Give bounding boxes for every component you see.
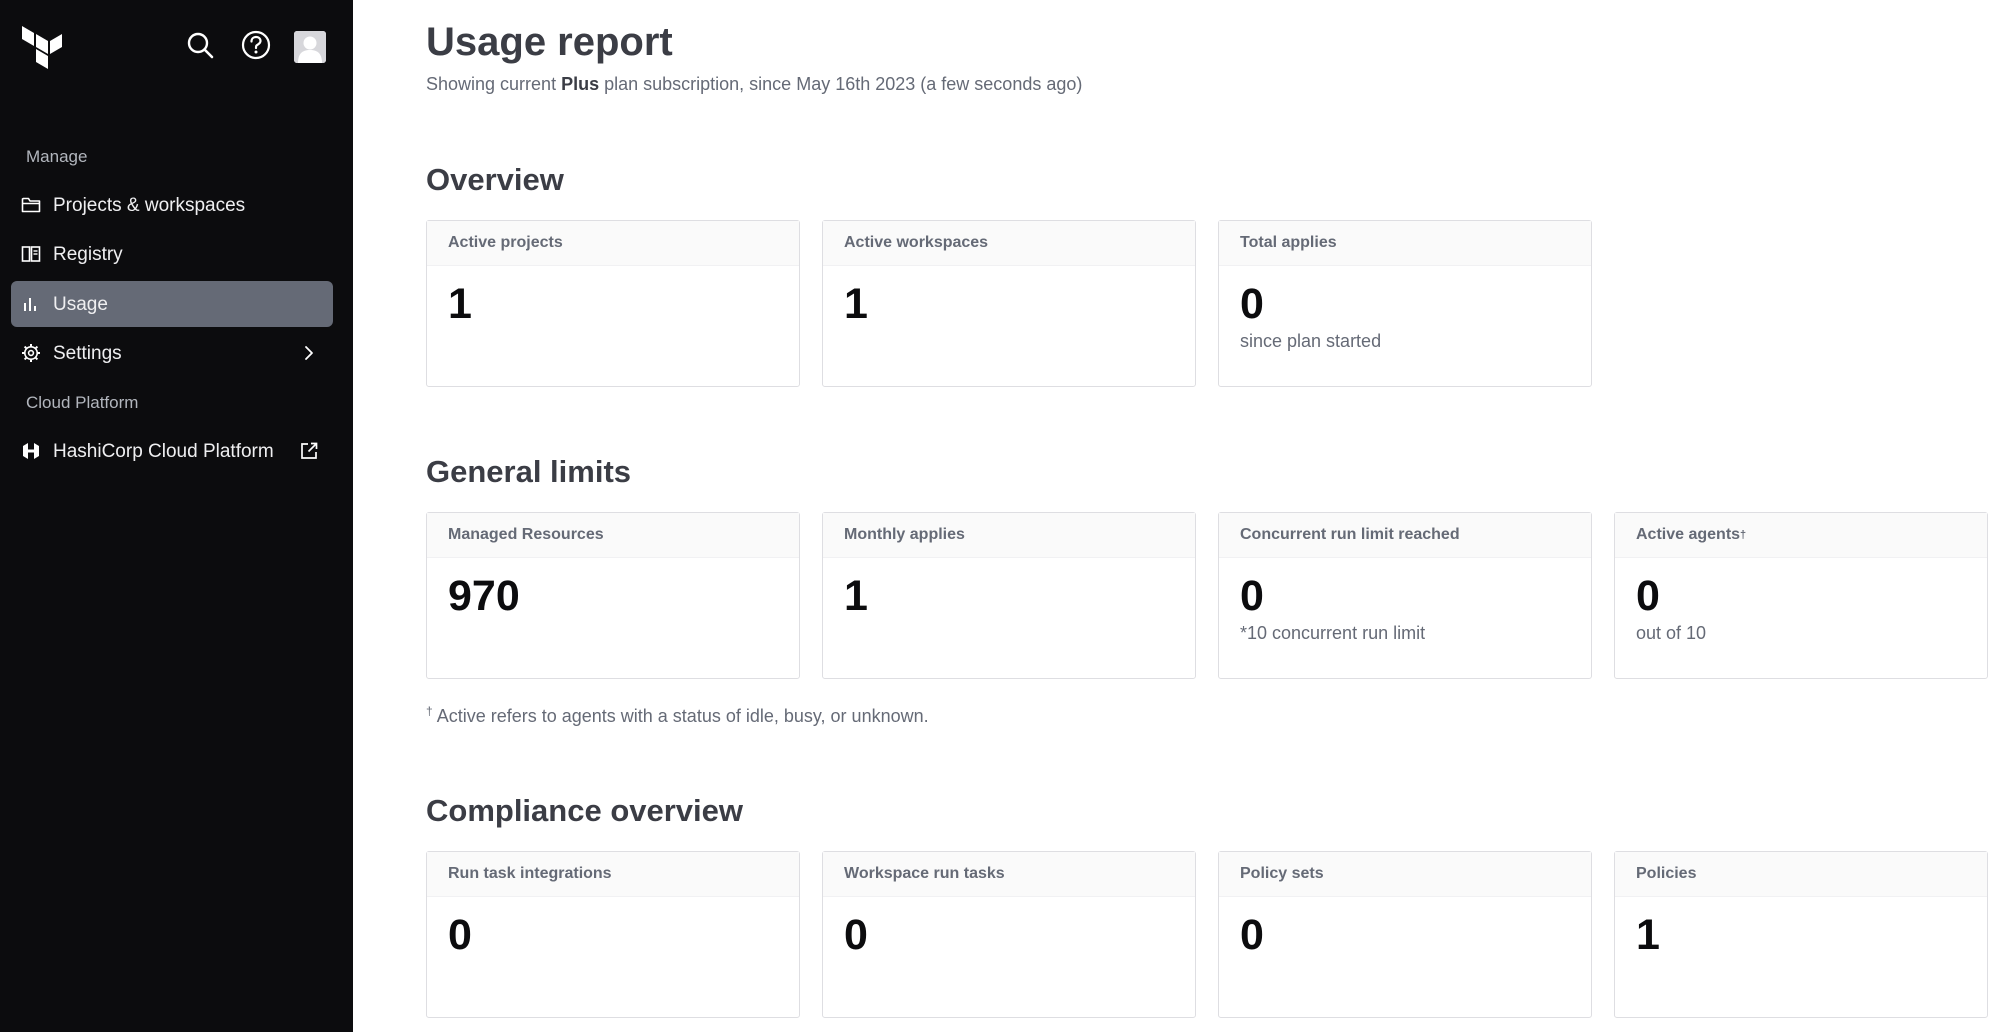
dagger-mark: †	[1740, 529, 1747, 541]
overview-section-title: Overview	[426, 162, 564, 197]
user-avatar[interactable]	[294, 31, 326, 63]
active-workspaces-card: Active workspaces 1	[822, 220, 1196, 387]
chevron-right-icon	[299, 343, 319, 363]
card-label: Policies	[1615, 852, 1987, 897]
terraform-logo-icon[interactable]	[20, 24, 64, 72]
card-label: Managed Resources	[427, 513, 799, 558]
subtitle-suffix: plan subscription, since May 16th 2023 (…	[599, 74, 1083, 94]
card-value: 0	[1636, 572, 1660, 620]
compliance-overview-section-title: Compliance overview	[426, 793, 744, 828]
card-value: 0	[1240, 911, 1264, 959]
active-projects-card: Active projects 1	[426, 220, 800, 387]
card-value: 0	[1240, 280, 1264, 328]
card-note: out of 10	[1636, 623, 1707, 643]
agents-footnote: † Active refers to agents with a status …	[426, 704, 929, 727]
app: Manage Projects & workspaces Registry Us…	[0, 0, 1999, 1032]
card-label: Active agents	[1636, 526, 1741, 543]
card-value: 0	[448, 911, 472, 959]
sidebar-item-settings[interactable]: Settings	[11, 330, 333, 376]
run-task-integrations-card: Run task integrations 0	[426, 851, 800, 1018]
external-link-icon	[299, 441, 319, 461]
policies-card: Policies 1	[1614, 851, 1988, 1018]
help-icon[interactable]	[239, 28, 273, 62]
card-label: Active projects	[427, 221, 799, 266]
active-agents-card: Active agents † 0 out of 10	[1614, 512, 1988, 679]
registry-icon	[21, 244, 41, 264]
sidebar-item-usage[interactable]: Usage	[11, 281, 333, 327]
gear-icon	[21, 343, 41, 363]
dagger-mark: †	[426, 704, 433, 718]
card-value: 1	[844, 572, 868, 620]
card-value: 1	[844, 280, 868, 328]
card-label: Active workspaces	[823, 221, 1195, 266]
sidebar-item-label: Settings	[53, 343, 122, 364]
main-content: Usage report Showing current Plus plan s…	[353, 0, 1999, 1032]
folder-icon	[21, 195, 41, 215]
sidebar-item-registry[interactable]: Registry	[11, 231, 333, 277]
card-note: *10 concurrent run limit	[1240, 623, 1426, 643]
subtitle-prefix: Showing current	[426, 74, 562, 94]
card-label: Monthly applies	[823, 513, 1195, 558]
monthly-applies-card: Monthly applies 1	[822, 512, 1196, 679]
plan-name: Plus	[561, 74, 600, 94]
sidebar-item-label: Registry	[53, 244, 123, 265]
sidebar: Manage Projects & workspaces Registry Us…	[0, 0, 353, 1032]
general-limits-section-title: General limits	[426, 454, 632, 489]
card-label: Workspace run tasks	[823, 852, 1195, 897]
manage-section-label: Manage	[26, 147, 88, 166]
card-label: Concurrent run limit reached	[1219, 513, 1591, 558]
total-applies-card: Total applies 0 since plan started	[1218, 220, 1592, 387]
hashicorp-logo-icon	[21, 441, 41, 461]
card-header: Active agents †	[1615, 513, 1987, 558]
cloud-platform-section-label: Cloud Platform	[26, 393, 139, 412]
policy-sets-card: Policy sets 0	[1218, 851, 1592, 1018]
bar-chart-icon	[21, 294, 41, 314]
sidebar-item-hashicorp-cloud-platform[interactable]: HashiCorp Cloud Platform	[11, 428, 333, 474]
footnote-text: Active refers to agents with a status of…	[432, 706, 929, 726]
sidebar-item-label: HashiCorp Cloud Platform	[53, 441, 274, 462]
managed-resources-card: Managed Resources 970	[426, 512, 800, 679]
sidebar-item-label: Usage	[53, 294, 108, 315]
page-title: Usage report	[426, 20, 673, 64]
sidebar-item-projects-workspaces[interactable]: Projects & workspaces	[11, 182, 333, 228]
card-value: 1	[1636, 911, 1660, 959]
workspace-run-tasks-card: Workspace run tasks 0	[822, 851, 1196, 1018]
card-value: 0	[1240, 572, 1264, 620]
page-subtitle: Showing current Plus plan subscription, …	[426, 74, 1082, 95]
card-note: since plan started	[1240, 331, 1382, 351]
card-value: 0	[844, 911, 868, 959]
card-value: 1	[448, 280, 472, 328]
card-label: Total applies	[1219, 221, 1591, 266]
card-label: Run task integrations	[427, 852, 799, 897]
concurrent-run-limit-card: Concurrent run limit reached 0 *10 concu…	[1218, 512, 1592, 679]
card-value: 970	[448, 572, 520, 620]
card-label: Policy sets	[1219, 852, 1591, 897]
search-icon[interactable]	[183, 28, 217, 62]
sidebar-item-label: Projects & workspaces	[53, 195, 246, 216]
